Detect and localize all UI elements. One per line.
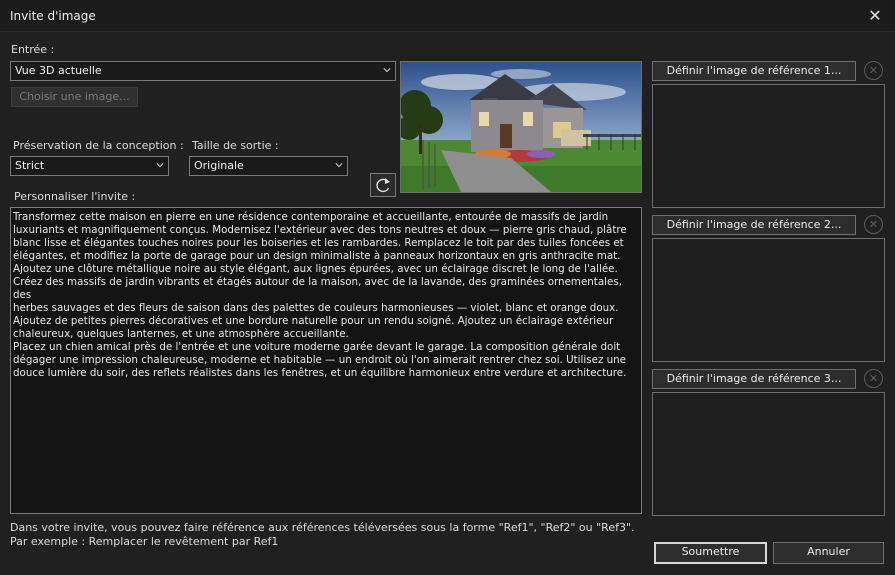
set-reference-1-button[interactable]: Définir l'image de référence 1... <box>652 61 856 81</box>
design-preservation-select[interactable]: Strict <box>10 156 169 176</box>
chevron-down-icon <box>156 163 164 168</box>
chevron-down-icon <box>383 68 391 73</box>
chevron-down-icon <box>335 163 343 168</box>
clear-reference-2-icon[interactable]: ✕ <box>864 215 883 234</box>
choose-image-button[interactable]: Choisir une image... <box>11 87 138 107</box>
set-reference-2-button[interactable]: Définir l'image de référence 2... <box>652 215 856 235</box>
help-text-line1: Dans votre invite, vous pouvez faire réf… <box>10 521 635 534</box>
input-source-value: Vue 3D actuelle <box>15 64 102 77</box>
prompt-textarea[interactable]: Transformez cette maison en pierre en un… <box>10 207 642 514</box>
output-size-select[interactable]: Originale <box>189 156 348 176</box>
clear-reference-1-icon[interactable]: ✕ <box>864 61 883 80</box>
window-title: Invite d'image <box>10 9 96 23</box>
house-preview-illustration <box>401 62 641 192</box>
prompt-label: Personnaliser l'invite : <box>14 190 136 203</box>
refresh-icon <box>376 178 390 193</box>
title-bar <box>0 0 895 32</box>
input-source-select[interactable]: Vue 3D actuelle <box>10 61 396 81</box>
reference-2-panel <box>652 238 885 362</box>
input-label: Entrée : <box>11 43 55 56</box>
close-icon[interactable]: ✕ <box>865 6 885 26</box>
design-preservation-label: Préservation de la conception : <box>13 139 184 152</box>
design-preservation-value: Strict <box>15 159 45 172</box>
reference-1-panel <box>652 84 885 208</box>
submit-button[interactable]: Soumettre <box>654 542 767 564</box>
help-text-line2: Par exemple : Remplacer le revêtement pa… <box>10 535 279 548</box>
reference-3-panel <box>652 392 885 516</box>
output-size-label: Taille de sortie : <box>192 139 279 152</box>
preview-image <box>400 61 642 193</box>
refresh-button[interactable] <box>370 173 396 197</box>
clear-reference-3-icon[interactable]: ✕ <box>864 369 883 388</box>
set-reference-3-button[interactable]: Définir l'image de référence 3... <box>652 369 856 389</box>
output-size-value: Originale <box>194 159 244 172</box>
cancel-button[interactable]: Annuler <box>773 542 884 564</box>
